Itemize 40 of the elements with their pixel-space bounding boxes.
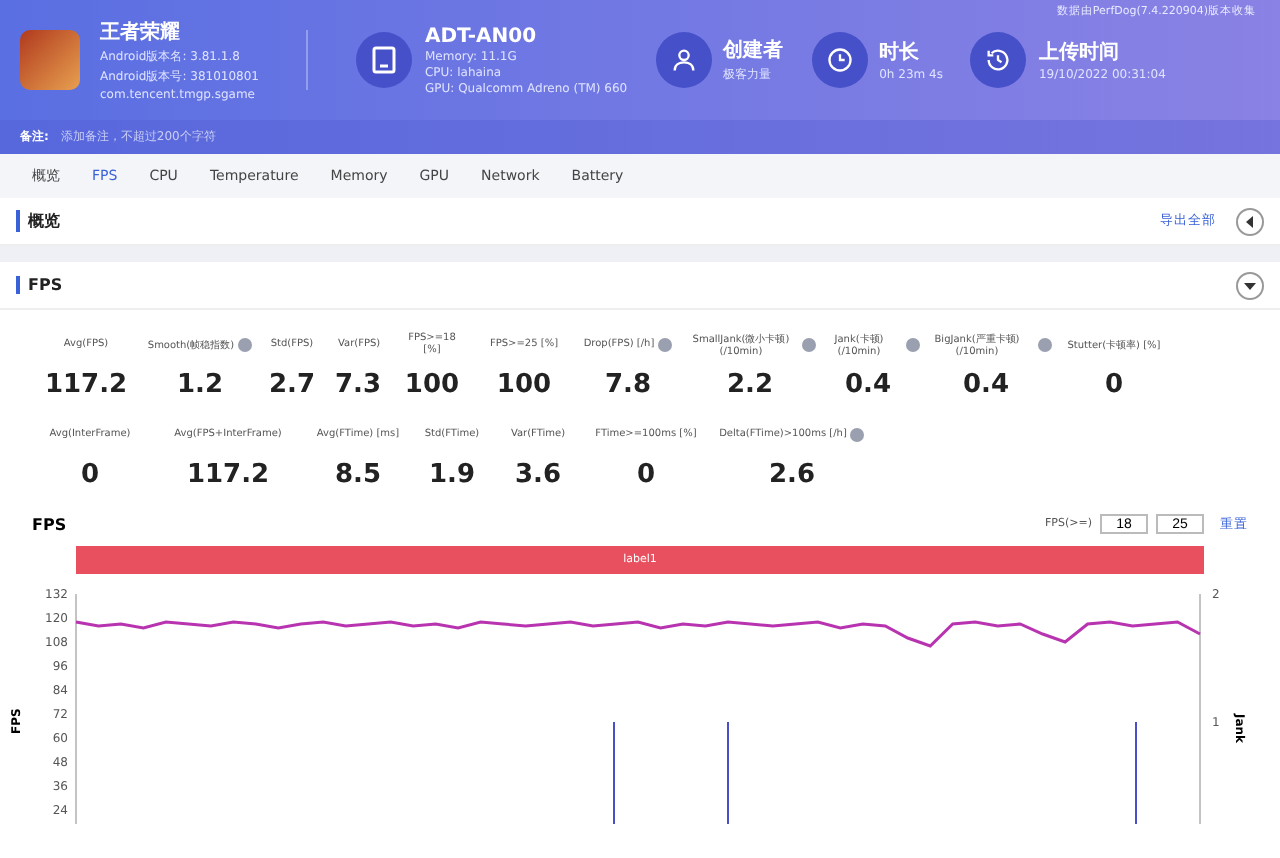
help-icon[interactable] — [850, 427, 865, 441]
caret-icon — [1244, 215, 1256, 227]
collapse-toggle[interactable] — [1236, 207, 1264, 235]
metric-value: 1.9 — [428, 460, 476, 490]
phone-icon — [356, 32, 413, 88]
section-title: 概览 — [16, 210, 1160, 232]
metric-value: 0 — [636, 460, 656, 490]
help-icon[interactable] — [1037, 337, 1051, 351]
clock-icon — [825, 46, 854, 74]
caret-icon — [1244, 279, 1256, 291]
metric-value: 100 — [496, 370, 552, 400]
info-title: 上传时间 — [1038, 39, 1121, 66]
chart-title: FPS — [32, 515, 69, 533]
metric-value: 2.7 — [268, 370, 316, 400]
metric-value: 3.6 — [514, 460, 562, 490]
info-title: 时长 — [879, 39, 922, 66]
user-icon — [669, 46, 698, 74]
metric-value: 100 — [404, 370, 460, 400]
help-icon[interactable] — [658, 337, 673, 351]
metric-value: 8.5 — [334, 460, 382, 490]
metric-value: 0.4 — [844, 370, 892, 400]
device-name: ADT-AN00 — [424, 25, 539, 47]
metric-value: 0.4 — [962, 370, 1010, 400]
info-title: 创建者 — [723, 37, 784, 64]
help-icon[interactable] — [905, 337, 919, 351]
history-icon — [984, 46, 1013, 74]
help-icon[interactable] — [801, 337, 815, 351]
metric-value: 117.2 — [186, 460, 270, 490]
app-icon — [20, 30, 80, 90]
metric-value: 2.2 — [726, 370, 774, 400]
metric-value: 117.2 — [44, 370, 128, 400]
metric-value: 2.6 — [768, 460, 816, 490]
metric-value: 0 — [80, 460, 100, 490]
help-icon[interactable] — [238, 337, 253, 351]
app-name: 王者荣耀 — [100, 19, 182, 46]
metric-value: 7.3 — [334, 370, 382, 400]
metric-value: 0 — [1104, 370, 1124, 400]
collapse-toggle[interactable] — [1236, 271, 1264, 299]
metric-value: 7.8 — [604, 370, 652, 400]
metric-value: 1.2 — [176, 370, 224, 400]
